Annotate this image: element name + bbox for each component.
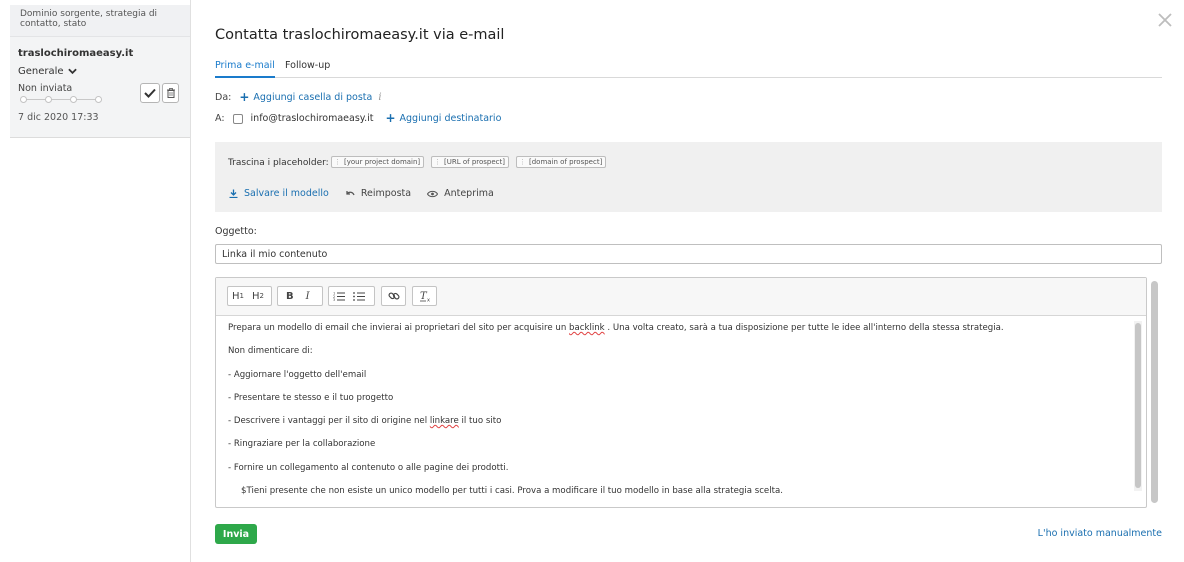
- progress-dot: [20, 96, 27, 103]
- ordered-list-button[interactable]: 123: [329, 287, 349, 305]
- subject-label: Oggetto:: [215, 226, 257, 237]
- content-paragraph: - Aggiornare l'oggetto dell'email: [228, 369, 367, 380]
- recipient-checkbox[interactable]: [232, 113, 243, 124]
- status-progress: [20, 96, 102, 104]
- link-icon: [387, 292, 400, 300]
- chevron-down-icon: [67, 68, 77, 75]
- link-group: [381, 286, 406, 306]
- content-paragraph: - Fornire un collegamento al contenuto o…: [228, 462, 509, 473]
- drag-handle-icon: ⋮: [434, 158, 441, 166]
- eye-icon: [427, 190, 439, 197]
- placeholder-panel: Trascina i placeholder: ⋮ [your project d…: [215, 142, 1162, 212]
- list-group: 123: [328, 286, 375, 306]
- tab-follow-up[interactable]: Follow-up: [285, 60, 330, 76]
- svg-text:3: 3: [333, 298, 335, 301]
- info-icon[interactable]: i: [378, 92, 381, 103]
- bold-button[interactable]: B: [278, 287, 298, 305]
- editor-content[interactable]: Prepara un modello di email che invierai…: [228, 323, 1120, 507]
- status-text: Non inviata: [18, 83, 73, 94]
- subject-input[interactable]: Linka il mio contenuto: [215, 244, 1162, 264]
- svg-text:x: x: [427, 298, 430, 303]
- preview-button[interactable]: Anteprima: [427, 188, 494, 199]
- content-paragraph: - Presentare te stesso e il tuo progetto: [228, 392, 394, 403]
- placeholder-chip-url-prospect[interactable]: ⋮ [URL of prospect]: [431, 156, 509, 168]
- email-editor[interactable]: H1 H2 B I 123 T x Prepara un modello di …: [215, 277, 1147, 508]
- from-row: Da: + Aggiungi casella di posta i: [215, 90, 382, 104]
- placeholder-chip-project-domain[interactable]: ⋮ [your project domain]: [331, 156, 425, 168]
- check-icon: [144, 88, 156, 98]
- date-text: 7 dic 2020 17:33: [18, 112, 99, 123]
- undo-icon: [346, 190, 355, 195]
- tab-first-email[interactable]: Prima e-mail: [215, 60, 275, 78]
- h1-button[interactable]: H1: [228, 287, 248, 305]
- reset-button[interactable]: Reimposta: [345, 188, 411, 199]
- progress-dot: [45, 96, 52, 103]
- download-icon: [229, 189, 238, 198]
- clear-format-icon: Tx: [419, 291, 430, 303]
- tabs: Prima e-mail Follow-up: [215, 60, 1162, 78]
- email-modal: Contatta traslochiromaeasy.it via e-mail…: [191, 0, 1184, 562]
- strategy-dropdown[interactable]: Generale: [18, 66, 77, 77]
- clear-format-button[interactable]: Tx: [415, 287, 435, 305]
- content-paragraph: Non dimenticare di:: [228, 346, 313, 357]
- close-icon[interactable]: [1158, 13, 1172, 27]
- heading-group: H1 H2: [227, 286, 272, 306]
- sent-manually-link[interactable]: L'ho inviato manualmente: [1038, 528, 1162, 539]
- placeholder-label: Trascina i placeholder:: [228, 158, 329, 168]
- format-group: B I: [277, 286, 323, 306]
- sidebar-header: Dominio sorgente, strategia di contatto,…: [10, 5, 190, 37]
- recipient-email: info@traslochiromaeasy.it: [250, 113, 374, 124]
- plus-icon: +: [239, 90, 250, 104]
- sidebar: Dominio sorgente, strategia di contatto,…: [0, 0, 191, 562]
- to-label: A:: [215, 113, 225, 124]
- content-paragraph: - Descrivere i vantaggi per il sito di o…: [228, 416, 502, 427]
- bullet-list-button[interactable]: [349, 287, 369, 305]
- from-label: Da:: [215, 92, 232, 103]
- placeholder-chip-domain-prospect[interactable]: ⋮ [domain of prospect]: [516, 156, 607, 168]
- bullet-list-icon: [353, 292, 365, 301]
- link-button[interactable]: [384, 287, 404, 305]
- modal-title: Contatta traslochiromaeasy.it via e-mail: [215, 27, 505, 43]
- to-row: A: info@traslochiromaeasy.it + Aggiungi …: [215, 111, 502, 125]
- prospect-card[interactable]: traslochiromaeasy.it Generale Non inviat…: [10, 37, 190, 138]
- strategy-label: Generale: [18, 66, 64, 77]
- drag-handle-icon: ⋮: [334, 158, 341, 166]
- content-paragraph: $Tieni presente che non esiste un unico …: [241, 486, 783, 497]
- progress-dot: [95, 96, 102, 103]
- h2-button[interactable]: H2: [248, 287, 268, 305]
- content-paragraph: - Ringraziare per la collaborazione: [228, 439, 376, 450]
- add-recipient-link[interactable]: Aggiungi destinatario: [400, 113, 502, 124]
- prospect-domain: traslochiromaeasy.it: [18, 48, 134, 59]
- add-mailbox-link[interactable]: Aggiungi casella di posta: [253, 92, 372, 103]
- delete-button[interactable]: [162, 83, 179, 103]
- send-button[interactable]: Invia: [215, 524, 257, 544]
- template-actions: Salvare il modello Reimposta Anteprima: [229, 188, 510, 199]
- progress-dot: [70, 96, 77, 103]
- content-paragraph: Prepara un modello di email che invierai…: [228, 323, 1004, 333]
- editor-toolbar: H1 H2 B I 123 T x: [216, 278, 1146, 316]
- modal-scrollbar-thumb[interactable]: [1151, 281, 1158, 503]
- clear-format-group: Tx: [412, 286, 437, 306]
- italic-button[interactable]: I: [298, 287, 314, 305]
- mark-done-button[interactable]: [140, 83, 160, 103]
- save-template-button[interactable]: Salvare il modello: [229, 188, 329, 199]
- ordered-list-icon: 123: [333, 292, 345, 301]
- drag-handle-icon: ⋮: [519, 158, 526, 166]
- trash-icon: [166, 88, 175, 98]
- plus-icon: +: [385, 111, 396, 125]
- editor-scrollbar-thumb[interactable]: [1135, 323, 1141, 488]
